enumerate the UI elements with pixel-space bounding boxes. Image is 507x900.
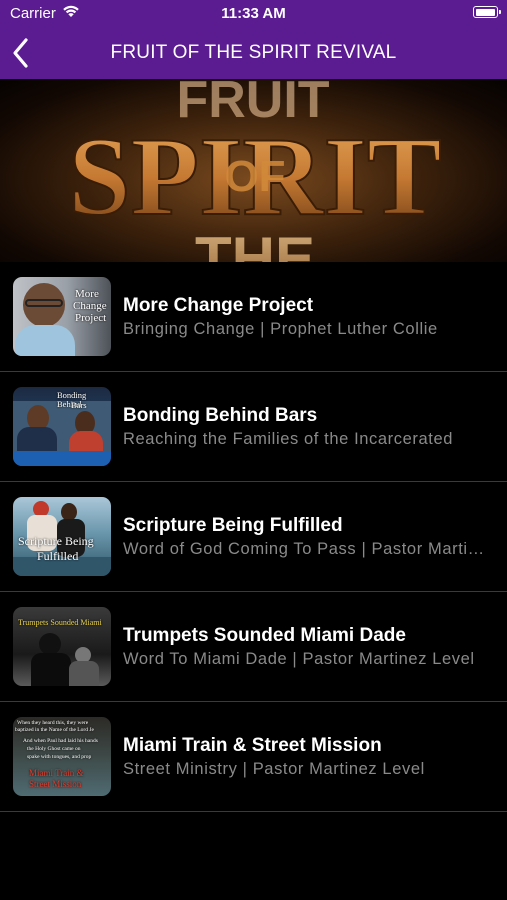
thumbnail-text-line: And when Paul had laid his hands	[23, 738, 98, 744]
thumbnail-text-line: Trumpets Sounded Miami	[18, 618, 102, 627]
thumbnail-text-line: the Holy Ghost came on	[27, 746, 81, 752]
thumbnail-text-line: Miami Train &	[29, 768, 84, 778]
list-item-trumpets-sounded-miami-dade[interactable]: Trumpets Sounded Miami Trumpets Sounded …	[0, 592, 507, 702]
top-bar: Carrier 11:33 AM FRUIT OF THE SPIRIT REV…	[0, 0, 507, 79]
item-subtitle: Word To Miami Dade | Pastor Martinez Lev…	[123, 650, 475, 668]
thumbnail-text-line: Street Mission	[29, 779, 82, 789]
item-title: Miami Train & Street Mission	[123, 735, 382, 756]
item-title: Scripture Being Fulfilled	[123, 515, 343, 536]
thumbnail-text-line: Change	[73, 300, 107, 312]
thumbnail: Bonding Behind Bars	[13, 387, 111, 466]
thumbnail-text-line: Bars	[71, 400, 87, 410]
thumbnail-text-line: Project	[75, 312, 107, 324]
thumbnail-text-line: Fulfilled	[37, 549, 79, 563]
clock: 11:33 AM	[221, 5, 286, 22]
status-bar: Carrier 11:33 AM	[0, 0, 507, 28]
banner-word-of: OF	[224, 152, 285, 201]
thumbnail-text-line: baptized in the Name of the Lord Je	[15, 727, 94, 733]
list-item-more-change-project[interactable]: More Change Project More Change Project …	[0, 262, 507, 372]
video-list: More Change Project More Change Project …	[0, 262, 507, 812]
item-title: Trumpets Sounded Miami Dade	[123, 625, 406, 646]
page-title: FRUIT OF THE SPIRIT REVIVAL	[110, 42, 397, 63]
list-item-bonding-behind-bars[interactable]: Bonding Behind Bars Bonding Behind Bars …	[0, 372, 507, 482]
navigation-bar: FRUIT OF THE SPIRIT REVIVAL	[0, 28, 507, 79]
item-subtitle: Bringing Change | Prophet Luther Collie	[123, 320, 438, 338]
item-subtitle: Street Ministry | Pastor Martinez Level	[123, 760, 425, 778]
list-item-scripture-being-fulfilled[interactable]: Scripture Being Fulfilled Scripture Bein…	[0, 482, 507, 592]
thumbnail: More Change Project	[13, 277, 111, 356]
item-title: Bonding Behind Bars	[123, 405, 318, 426]
thumbnail: When they heard this, they were baptized…	[13, 717, 111, 796]
header-banner-image: FRUIT SPIRIT OF THE	[0, 79, 507, 262]
item-title: More Change Project	[123, 295, 314, 316]
battery-icon	[473, 6, 501, 18]
banner-word-the: THE	[195, 225, 315, 262]
thumbnail-text-line: More	[75, 288, 99, 300]
thumbnail-text-line: When they heard this, they were	[17, 720, 89, 726]
thumbnail: Trumpets Sounded Miami	[13, 607, 111, 686]
thumbnail-text-line: Scripture Being	[18, 534, 94, 548]
item-subtitle: Reaching the Families of the Incarcerate…	[123, 430, 454, 448]
thumbnail-text-line: spake with tongues, and prop	[27, 754, 92, 760]
item-subtitle: Word of God Coming To Pass | Pastor Mart…	[123, 540, 491, 558]
list-item-miami-train-street-mission[interactable]: When they heard this, they were baptized…	[0, 702, 507, 812]
thumbnail: Scripture Being Fulfilled	[13, 497, 111, 576]
